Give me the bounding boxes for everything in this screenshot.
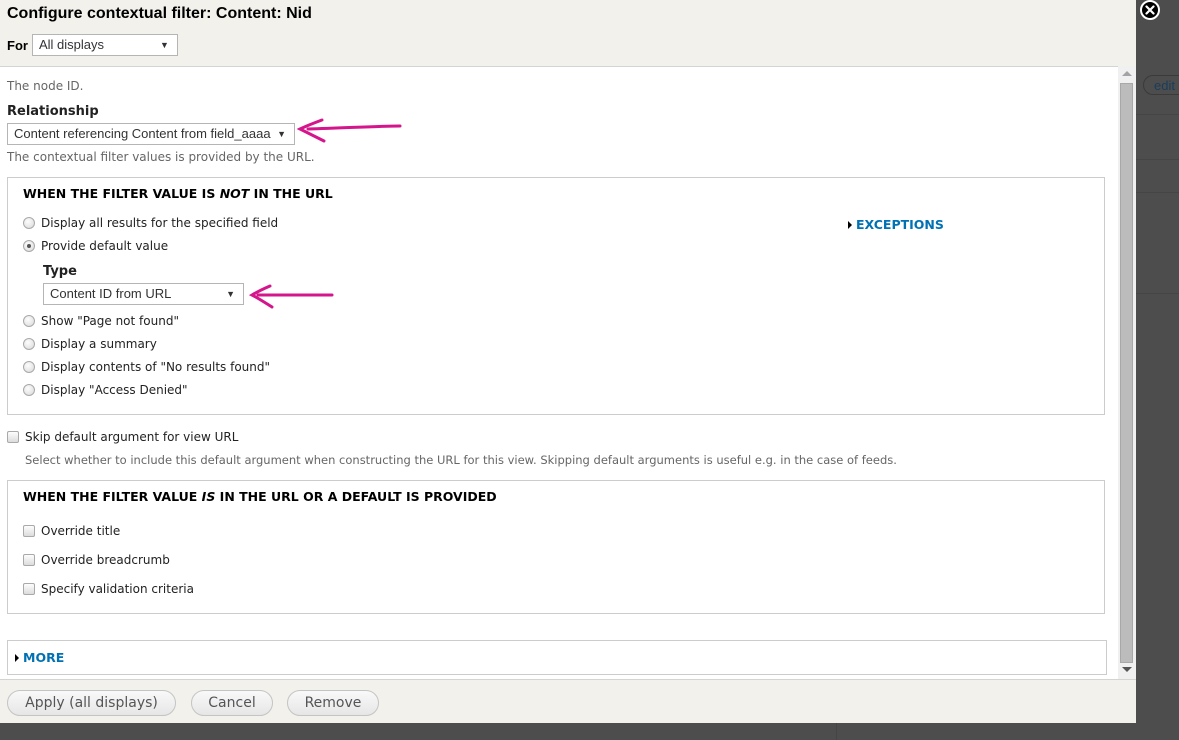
radio-button[interactable]: [23, 315, 35, 327]
annotation-arrow-icon: [248, 284, 334, 309]
relationship-label: Relationship: [7, 104, 99, 119]
not-in-url-fieldset: WHEN THE FILTER VALUE IS NOT IN THE URL …: [7, 177, 1105, 415]
chevron-down-icon: ▼: [160, 40, 169, 50]
checkbox[interactable]: [23, 554, 35, 566]
radio-button[interactable]: [23, 217, 35, 229]
remove-button[interactable]: Remove: [287, 690, 379, 716]
override-breadcrumb-row[interactable]: Override breadcrumb: [23, 553, 170, 567]
scroll-down-arrow-icon[interactable]: [1122, 667, 1132, 672]
legend-emphasis: IS: [201, 489, 216, 504]
configure-filter-dialog: Configure contextual filter: Content: Ni…: [0, 0, 1136, 723]
more-fieldset: MORE: [7, 640, 1107, 675]
field-description: The node ID.: [7, 79, 84, 93]
close-dialog-button[interactable]: [1140, 0, 1160, 20]
checkbox[interactable]: [23, 525, 35, 537]
option-label: Show "Page not found": [41, 314, 179, 328]
type-select[interactable]: Content ID from URL ▼: [43, 283, 244, 305]
option-page-not-found[interactable]: Show "Page not found": [23, 314, 179, 328]
type-label: Type: [43, 264, 77, 279]
option-display-all[interactable]: Display all results for the specified fi…: [23, 216, 278, 230]
radio-button[interactable]: [23, 384, 35, 396]
form-content: The node ID. Relationship Content refere…: [0, 66, 1118, 680]
relationship-value: Content referencing Content from field_a…: [14, 126, 271, 141]
legend-text: WHEN THE FILTER VALUE IS: [23, 186, 220, 201]
option-label: Provide default value: [41, 239, 169, 253]
radio-button[interactable]: [23, 361, 35, 373]
not-in-url-legend: WHEN THE FILTER VALUE IS NOT IN THE URL: [23, 186, 333, 201]
checkbox-label: Skip default argument for view URL: [25, 430, 239, 444]
relationship-select[interactable]: Content referencing Content from field_a…: [7, 123, 295, 145]
option-label: Display a summary: [41, 337, 157, 351]
checkbox-label: Override breadcrumb: [41, 553, 170, 567]
cancel-button[interactable]: Cancel: [191, 690, 273, 716]
more-label: MORE: [23, 650, 65, 665]
is-in-url-legend: WHEN THE FILTER VALUE IS IN THE URL OR A…: [23, 489, 497, 504]
option-access-denied[interactable]: Display "Access Denied": [23, 383, 188, 397]
backdrop-divider: [1136, 159, 1179, 160]
option-provide-default[interactable]: Provide default value: [23, 239, 168, 253]
legend-text: IN THE URL: [249, 186, 333, 201]
dialog-title: Configure contextual filter: Content: Ni…: [7, 5, 312, 22]
checkbox[interactable]: [23, 583, 35, 595]
triangle-right-icon: [15, 653, 19, 662]
radio-button[interactable]: [23, 338, 35, 350]
checkbox[interactable]: [7, 431, 19, 443]
option-label: Display all results for the specified fi…: [41, 216, 279, 230]
close-icon: [1145, 5, 1155, 15]
exceptions-label: EXCEPTIONS: [856, 217, 944, 232]
for-displays-select[interactable]: All displays ▼: [31, 34, 178, 56]
relationship-help: The contextual filter values is provided…: [7, 150, 315, 164]
checkbox-label: Override title: [41, 524, 121, 538]
legend-text: WHEN THE FILTER VALUE: [23, 489, 202, 504]
triangle-right-icon: [848, 220, 852, 229]
legend-text: IN THE URL OR A DEFAULT IS PROVIDED: [215, 489, 497, 504]
backdrop-divider: [1136, 192, 1179, 193]
option-label: Display contents of "No results found": [41, 360, 271, 374]
skip-default-help: Select whether to include this default a…: [25, 453, 897, 467]
legend-emphasis: NOT: [219, 186, 250, 201]
dialog-button-bar: Apply (all displays) Cancel Remove: [0, 679, 1136, 723]
backdrop-divider: [1136, 293, 1179, 294]
checkbox-label: Specify validation criteria: [41, 582, 194, 596]
apply-button[interactable]: Apply (all displays): [7, 690, 176, 716]
backdrop-divider: [1136, 114, 1179, 115]
annotation-arrow-icon: [296, 118, 402, 143]
exceptions-toggle[interactable]: EXCEPTIONS: [848, 217, 944, 232]
more-toggle[interactable]: MORE: [15, 650, 64, 665]
option-label: Display "Access Denied": [41, 383, 188, 397]
backdrop-edit-button: edit: [1143, 75, 1179, 95]
chevron-down-icon: ▼: [226, 289, 235, 299]
vertical-scrollbar[interactable]: [1118, 66, 1136, 679]
option-display-summary[interactable]: Display a summary: [23, 337, 157, 351]
override-title-row[interactable]: Override title: [23, 524, 120, 538]
is-in-url-fieldset: WHEN THE FILTER VALUE IS IN THE URL OR A…: [7, 480, 1105, 614]
skip-default-checkbox-row[interactable]: Skip default argument for view URL: [7, 430, 238, 444]
backdrop-panel: [836, 722, 1179, 740]
scrollbar-thumb[interactable]: [1120, 83, 1133, 663]
scroll-up-arrow-icon[interactable]: [1122, 71, 1132, 76]
for-displays-value: All displays: [38, 37, 104, 52]
for-label: For: [7, 37, 28, 53]
chevron-down-icon: ▼: [277, 129, 286, 139]
validation-criteria-row[interactable]: Specify validation criteria: [23, 582, 194, 596]
option-no-results[interactable]: Display contents of "No results found": [23, 360, 270, 374]
for-displays-row: For All displays ▼: [7, 34, 178, 56]
radio-button-checked[interactable]: [23, 240, 35, 252]
type-value: Content ID from URL: [50, 286, 172, 301]
